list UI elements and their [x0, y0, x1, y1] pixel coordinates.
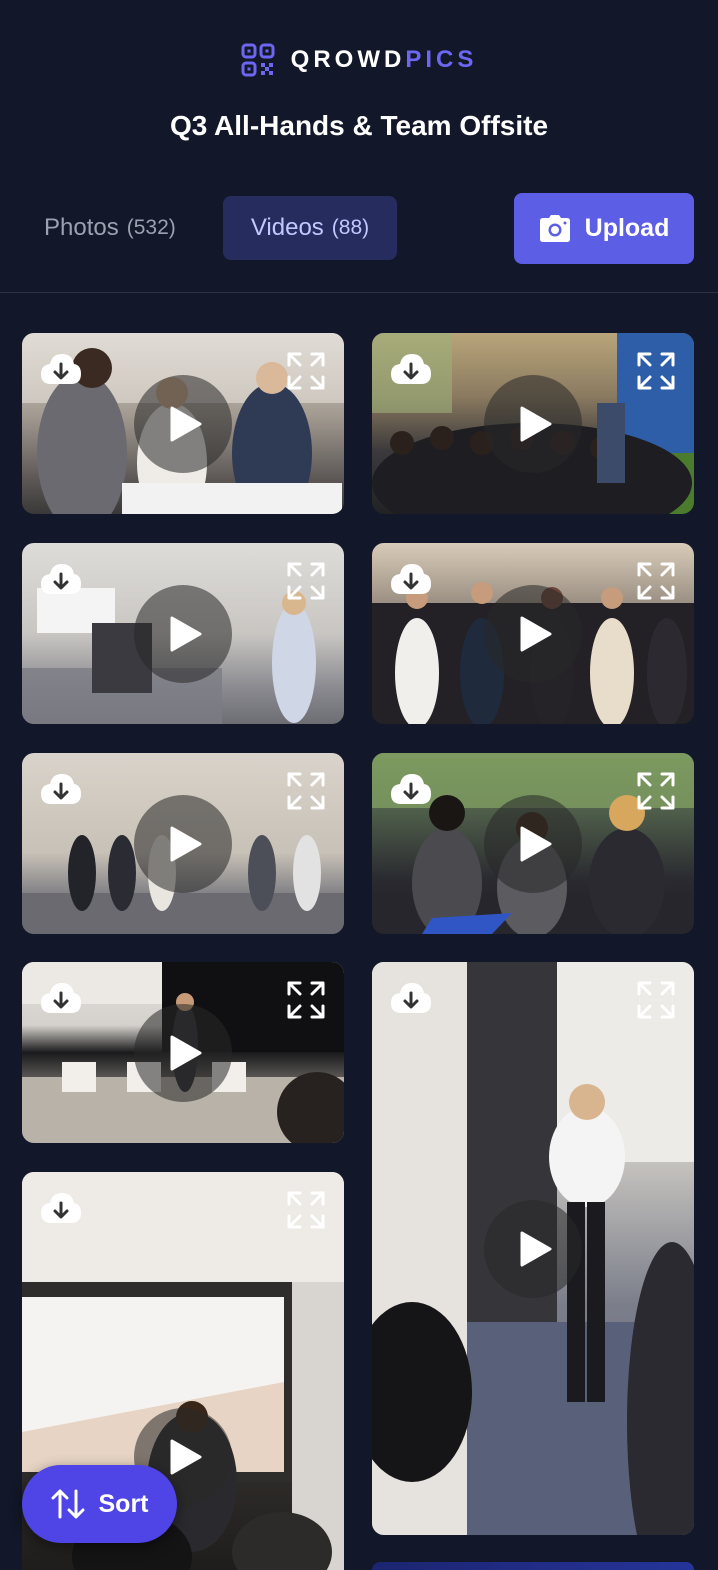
play-button[interactable] [134, 584, 232, 683]
play-button[interactable] [134, 794, 232, 893]
header-divider [0, 292, 718, 293]
download-cloud-icon[interactable] [39, 351, 83, 389]
fullscreen-icon[interactable] [286, 1190, 326, 1230]
brand-name-part1: QROWD [290, 46, 406, 73]
download-cloud-icon[interactable] [389, 561, 433, 599]
brand-name: QROWDPICS [291, 46, 478, 74]
brand-header: QROWDPICS [0, 40, 718, 80]
download-cloud-icon[interactable] [389, 771, 433, 809]
next-video-card-peek [372, 1562, 694, 1570]
camera-icon [539, 214, 570, 242]
upload-button[interactable]: Upload [514, 193, 694, 264]
play-icon [520, 406, 552, 441]
event-title: Q3 All-Hands & Team Offsite [169, 110, 549, 141]
tab-videos[interactable]: Videos (88) [223, 196, 397, 260]
play-icon [170, 406, 202, 441]
video-card[interactable] [372, 543, 694, 724]
play-icon [520, 826, 552, 861]
video-card[interactable] [372, 333, 694, 514]
play-button[interactable] [484, 1199, 582, 1298]
play-button[interactable] [134, 374, 232, 473]
fullscreen-icon[interactable] [286, 771, 326, 811]
download-cloud-icon[interactable] [39, 1190, 83, 1228]
fullscreen-icon[interactable] [636, 771, 676, 811]
fullscreen-icon[interactable] [636, 561, 676, 601]
fullscreen-icon[interactable] [286, 351, 326, 391]
play-icon [170, 826, 202, 861]
download-cloud-icon[interactable] [39, 980, 83, 1018]
play-button[interactable] [484, 584, 582, 683]
video-card[interactable] [22, 333, 344, 514]
tab-videos-label: Videos [250, 214, 324, 241]
fullscreen-icon[interactable] [636, 351, 676, 391]
tab-photos[interactable]: Photos (532) [28, 196, 208, 260]
download-cloud-icon[interactable] [39, 771, 83, 809]
download-cloud-icon[interactable] [39, 561, 83, 599]
play-icon [170, 616, 202, 651]
brand-name-part2: PICS [405, 46, 478, 73]
play-button[interactable] [484, 794, 582, 893]
video-card[interactable] [22, 962, 344, 1143]
fullscreen-icon[interactable] [286, 561, 326, 601]
download-cloud-icon[interactable] [389, 351, 433, 389]
play-button[interactable] [484, 374, 582, 473]
video-card[interactable] [372, 753, 694, 934]
play-icon [170, 1035, 202, 1070]
video-card[interactable] [22, 543, 344, 724]
fullscreen-icon[interactable] [286, 980, 326, 1020]
download-cloud-icon[interactable] [389, 980, 433, 1018]
sort-button[interactable]: Sort [22, 1465, 177, 1543]
tab-photos-count: (532) [126, 216, 176, 239]
play-button[interactable] [134, 1003, 232, 1102]
video-card[interactable] [372, 962, 694, 1535]
play-icon [170, 1439, 202, 1475]
upload-label: Upload [584, 214, 670, 242]
fullscreen-icon[interactable] [636, 980, 676, 1020]
sort-arrows-icon [51, 1489, 84, 1519]
qr-code-icon [241, 43, 275, 77]
play-icon [520, 1231, 552, 1266]
sort-label: Sort [98, 1489, 149, 1518]
play-icon [520, 616, 552, 651]
tab-videos-count: (88) [331, 216, 370, 239]
video-card[interactable] [22, 753, 344, 934]
tab-photos-label: Photos [44, 214, 119, 241]
